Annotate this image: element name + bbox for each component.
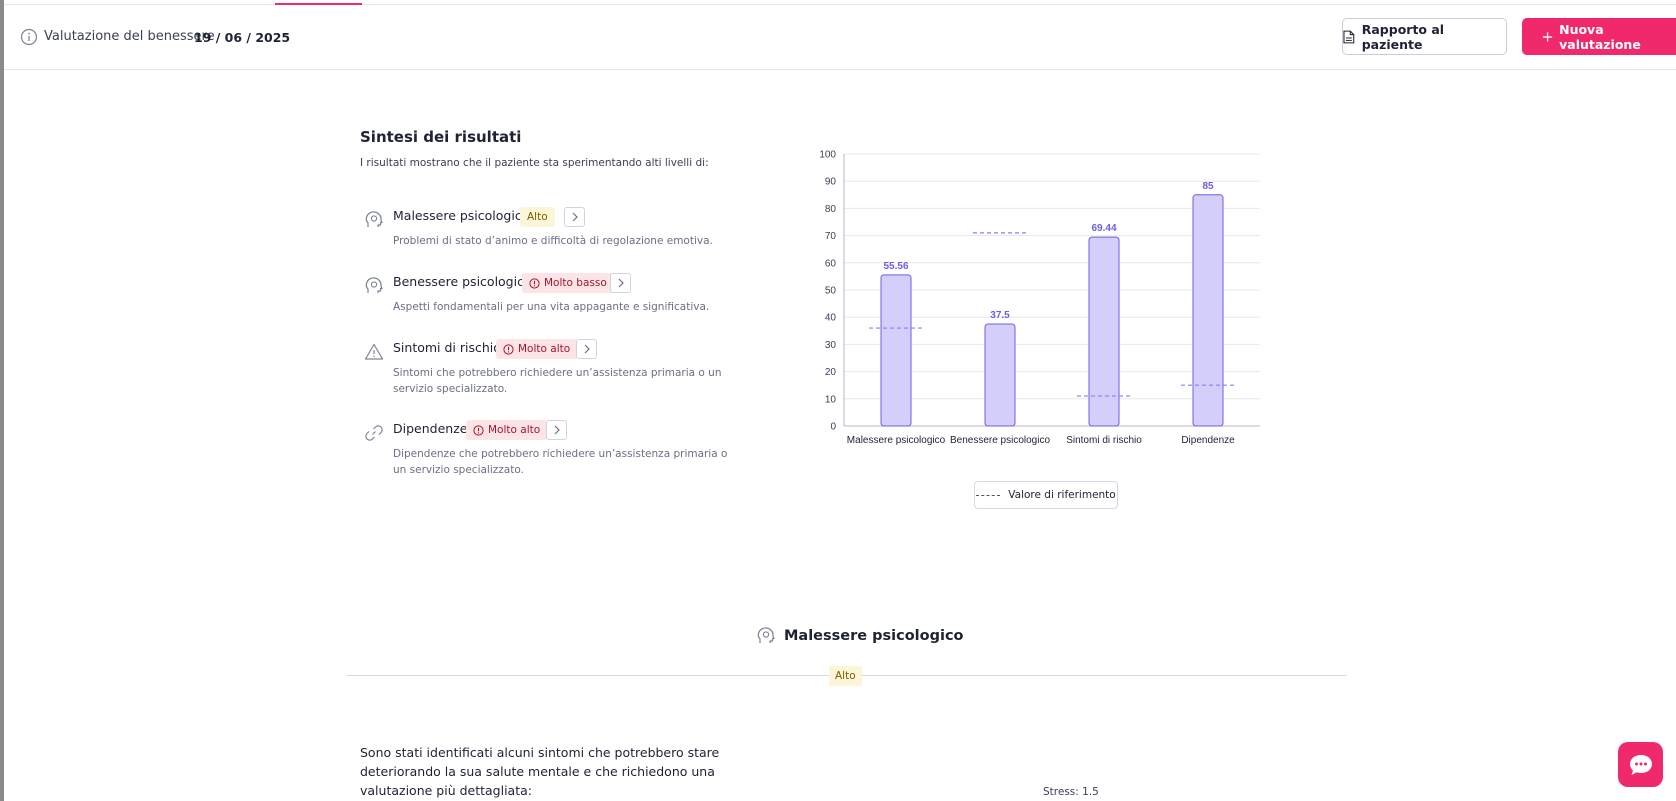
summary-intro: I risultati mostrano che il paziente sta…	[360, 157, 709, 169]
result-description: Aspetti fondamentali per una vita appaga…	[393, 301, 710, 313]
bar	[880, 274, 912, 427]
y-tick-label: 20	[825, 367, 837, 378]
chevron-right-icon	[572, 212, 578, 222]
chevron-right-icon	[584, 344, 590, 354]
bar-data-label: 69.44	[1091, 223, 1116, 234]
x-tick-label: Benessere psicologico	[950, 435, 1050, 446]
bar-data-label: 37.5	[990, 310, 1010, 321]
level-badge-label: Molto alto	[488, 424, 541, 436]
result-name: Sintomi di rischio	[393, 340, 501, 355]
result-name: Dipendenze	[393, 421, 468, 436]
legend-label: Valore di riferimento	[1008, 489, 1116, 501]
x-tick-label: Sintomi di rischio	[1066, 435, 1142, 446]
y-tick-label: 10	[825, 394, 837, 405]
head-icon	[365, 277, 383, 293]
chart-legend[interactable]: Valore di riferimento	[974, 481, 1118, 509]
level-badge: Molto alto	[496, 339, 578, 359]
new-assessment-button[interactable]: Nuova valutazione	[1522, 18, 1676, 55]
y-tick-label: 90	[825, 177, 837, 188]
alert-circle-icon	[529, 277, 540, 289]
y-tick-label: 0	[830, 422, 836, 433]
bar-data-label: 85	[1202, 181, 1214, 192]
y-tick-label: 30	[825, 340, 837, 351]
assessment-label: Valutazione del benessere	[44, 29, 215, 44]
x-tick-label: Malessere psicologico	[847, 435, 946, 446]
level-badge: Molto basso	[522, 273, 614, 293]
chevron-right-icon	[554, 425, 560, 435]
result-description: Dipendenze che potrebbero richiedere un’…	[393, 448, 728, 476]
chart-canvas: 0 10 20 30 40 50 60 70 80 90 100 55.56 Malessere psi…	[819, 150, 1260, 446]
result-description: Sintomi che potrebbero richiedere un’ass…	[393, 367, 722, 395]
details-button[interactable]	[610, 273, 631, 293]
new-assessment-label: Nuova valutazione	[1559, 21, 1641, 52]
chat-bubble-icon	[1629, 754, 1652, 775]
section-level-badge: Alto	[829, 666, 862, 686]
bar	[984, 323, 1016, 427]
summary-title: Sintesi dei risultati	[360, 128, 522, 146]
bar-data-label: 55.56	[883, 261, 908, 272]
y-tick-label: 50	[825, 286, 837, 297]
results-bar-chart: 0 10 20 30 40 50 60 70 80 90 100 55.56 Malessere psi…	[800, 140, 1280, 460]
window-edge	[0, 0, 4, 801]
stress-label: Stress: 1.5	[1043, 786, 1099, 798]
x-tick-label: Dipendenze	[1181, 435, 1235, 446]
y-tick-label: 70	[825, 231, 837, 242]
y-tick-label: 80	[825, 204, 837, 215]
result-description: Problemi di stato d’animo e difficoltà d…	[393, 235, 713, 247]
level-badge: Molto alto	[466, 420, 548, 440]
details-button[interactable]	[564, 207, 585, 227]
level-badge-label: Alto	[527, 211, 548, 223]
bar	[1088, 236, 1120, 427]
details-button[interactable]	[576, 339, 597, 359]
link-icon	[365, 425, 383, 441]
info-icon	[20, 28, 38, 46]
result-name: Malessere psicologico	[393, 208, 530, 223]
level-badge-label: Molto basso	[544, 277, 607, 289]
head-icon	[757, 627, 775, 643]
level-badge: Alto	[520, 207, 555, 227]
bar	[1192, 194, 1224, 427]
warning-icon	[364, 343, 384, 360]
details-button[interactable]	[546, 420, 567, 440]
legend-dash-swatch	[976, 494, 1001, 496]
chevron-right-icon	[618, 278, 624, 288]
patient-report-button[interactable]: Rapporto al paziente	[1342, 18, 1507, 55]
assessment-date: 19 / 06 / 2025	[194, 30, 291, 45]
assessment-header: Valutazione del benessere 19 / 06 / 2025…	[4, 5, 1676, 70]
section-body-text: Sono stati identificati alcuni sintomi c…	[360, 745, 720, 798]
plus-icon	[1542, 31, 1553, 42]
level-badge-label: Molto alto	[518, 343, 571, 355]
section-title: Malessere psicologico	[784, 628, 964, 644]
alert-circle-icon	[473, 424, 484, 436]
section-heading: Malessere psicologico	[756, 626, 964, 646]
y-tick-label: 40	[825, 313, 837, 324]
y-tick-label: 60	[825, 258, 837, 269]
patient-report-label: Rapporto al paziente	[1361, 21, 1445, 52]
y-tick-label: 100	[819, 150, 836, 161]
head-icon	[365, 211, 383, 227]
result-name: Benessere psicologico	[393, 274, 532, 289]
alert-circle-icon	[503, 343, 514, 355]
document-icon	[1343, 30, 1355, 43]
chat-button[interactable]	[1618, 742, 1663, 787]
